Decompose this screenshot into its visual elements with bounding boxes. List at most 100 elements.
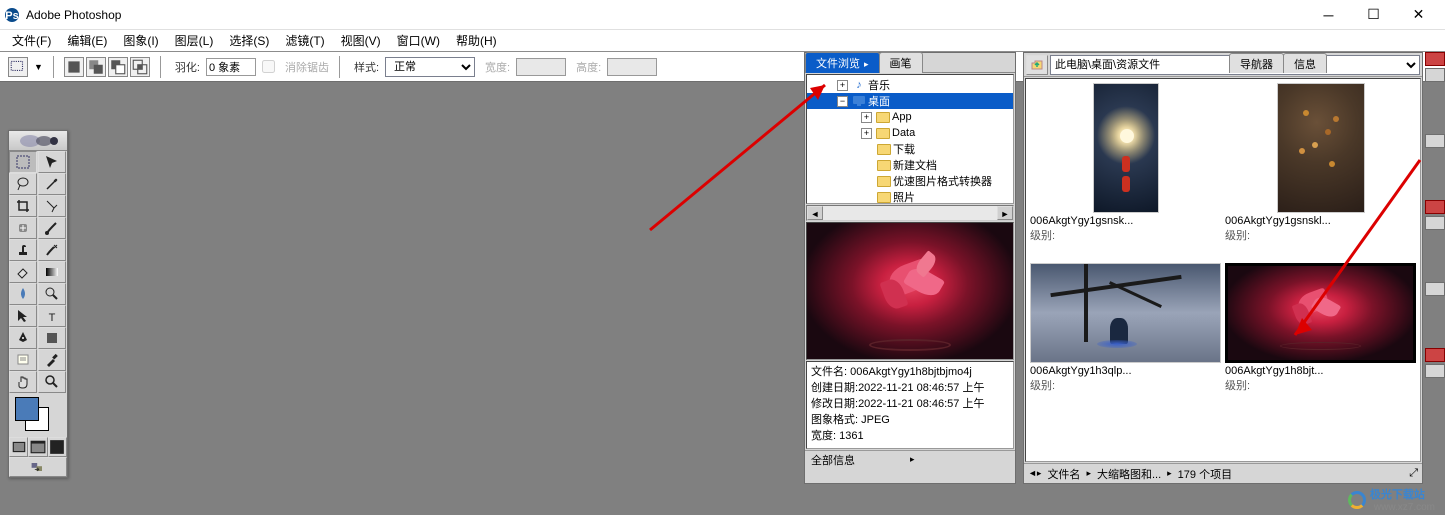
tab-info[interactable]: 信息 — [1283, 53, 1327, 73]
palette-header[interactable] — [9, 131, 67, 151]
all-info-dropdown[interactable]: 全部信息 — [811, 452, 910, 468]
expand-icon[interactable]: + — [837, 80, 848, 91]
folder-tree[interactable]: +♪音乐 −桌面 +App +Data 下载 新建文档 优速图片格式转换器 照片 — [806, 74, 1014, 204]
wand-tool[interactable] — [38, 173, 66, 195]
thumbnail-item[interactable]: 006AkgtYgy1h3qlp... 级别: — [1030, 263, 1221, 439]
lasso-tool[interactable] — [9, 173, 37, 195]
gradient-tool[interactable] — [38, 261, 66, 283]
fullscreen-button[interactable] — [48, 437, 67, 457]
thumb-name: 006AkgtYgy1gsnskl... — [1225, 213, 1416, 227]
menu-filter[interactable]: 滤镜(T) — [277, 31, 332, 51]
dropdown-icon[interactable]: ▼ — [34, 62, 43, 72]
selection-add-button[interactable] — [86, 57, 106, 77]
menu-layer[interactable]: 图层(L) — [167, 31, 222, 51]
folder-icon — [876, 111, 890, 123]
crop-tool[interactable] — [9, 195, 37, 217]
meta-created: 2022-11-21 08:46:57 上午 — [858, 382, 984, 394]
tree-item-music[interactable]: +♪音乐 — [807, 77, 1013, 93]
expand-icon[interactable]: + — [861, 128, 872, 139]
tree-item-app[interactable]: +App — [807, 109, 1013, 125]
maximize-button[interactable]: ☐ — [1351, 1, 1396, 29]
type-tool[interactable]: T — [38, 305, 66, 327]
shape-tool[interactable] — [38, 327, 66, 349]
stamp-tool[interactable] — [9, 239, 37, 261]
history-brush-tool[interactable] — [38, 239, 66, 261]
selection-subtract-button[interactable] — [108, 57, 128, 77]
prev-icon[interactable]: ◄▸ — [1028, 468, 1041, 479]
selection-intersect-button[interactable] — [130, 57, 150, 77]
view-mode-dropdown[interactable]: 大缩略图和... — [1097, 466, 1161, 482]
blur-tool[interactable] — [9, 283, 37, 305]
close-button[interactable]: ✕ — [1396, 1, 1441, 29]
meta-width-label: 宽度: — [811, 430, 836, 442]
expand-icon[interactable]: ⤢ — [1409, 467, 1418, 480]
eraser-tool[interactable] — [9, 261, 37, 283]
heal-tool[interactable] — [9, 217, 37, 239]
move-tool[interactable] — [38, 151, 66, 173]
tool-palette: T — [8, 130, 68, 478]
fullscreen-menu-button[interactable] — [28, 437, 47, 457]
tab-file-browser[interactable]: 文件浏览 — [805, 52, 880, 73]
menu-select[interactable]: 选择(S) — [221, 31, 277, 51]
panel-menu-icon[interactable]: ▸ — [910, 454, 1009, 465]
panel-collapse-button[interactable] — [1425, 68, 1445, 82]
thumbnail-item[interactable]: 006AkgtYgy1gsnskl... 级别: — [1225, 83, 1416, 259]
panel-close-button[interactable] — [1425, 52, 1445, 66]
panel-collapse-button[interactable] — [1425, 364, 1445, 378]
notes-tool[interactable] — [9, 349, 37, 371]
tree-hscroll[interactable]: ◄► — [806, 205, 1014, 221]
jump-to-group — [9, 457, 67, 477]
tab-brushes[interactable]: 画笔 — [879, 52, 923, 73]
tree-item-downloads[interactable]: 下载 — [807, 141, 1013, 157]
thumbnail-item-selected[interactable]: 006AkgtYgy1h8bjt... 级别: — [1225, 263, 1416, 439]
tree-label: 音乐 — [868, 77, 890, 93]
style-select[interactable]: 正常 — [385, 57, 475, 77]
expand-icon[interactable]: + — [861, 112, 872, 123]
zoom-tool[interactable] — [38, 371, 66, 393]
brush-tool[interactable] — [38, 217, 66, 239]
path-select-tool[interactable] — [9, 305, 37, 327]
jump-to-imageready[interactable] — [9, 457, 67, 477]
sort-by-dropdown[interactable]: 文件名 — [1047, 466, 1080, 482]
tree-item-data[interactable]: +Data — [807, 125, 1013, 141]
slice-tool[interactable] — [38, 195, 66, 217]
desktop-icon — [852, 95, 866, 107]
standard-mode-button[interactable] — [9, 437, 28, 457]
pen-tool[interactable] — [9, 327, 37, 349]
minimize-button[interactable]: ─ — [1306, 1, 1351, 29]
tree-item-newdoc[interactable]: 新建文档 — [807, 157, 1013, 173]
hand-tool[interactable] — [9, 371, 37, 393]
menu-image[interactable]: 图象(I) — [115, 31, 166, 51]
foreground-color[interactable] — [15, 397, 39, 421]
tree-label: 优速图片格式转换器 — [893, 173, 992, 189]
tree-item-converter[interactable]: 优速图片格式转换器 — [807, 173, 1013, 189]
marquee-tool[interactable] — [9, 151, 37, 173]
menu-view[interactable]: 视图(V) — [333, 31, 389, 51]
file-browser-panel: 文件浏览 画笔 +♪音乐 −桌面 +App +Data 下载 新建文档 优速图片… — [804, 52, 1016, 484]
selection-new-button[interactable] — [64, 57, 84, 77]
menu-file[interactable]: 文件(F) — [4, 31, 59, 51]
thumbnail-item[interactable]: 006AkgtYgy1gsnsk... 级别: — [1030, 83, 1221, 259]
thumbnail-grid[interactable]: 006AkgtYgy1gsnsk... 级别: 006AkgtYgy1gsnsk… — [1025, 78, 1421, 462]
panel-close-button[interactable] — [1425, 348, 1445, 362]
folder-icon — [877, 143, 891, 155]
panel-collapse-button[interactable] — [1425, 216, 1445, 230]
collapse-icon[interactable]: − — [837, 96, 848, 107]
panel-collapse-button[interactable] — [1425, 134, 1445, 148]
thumb-name: 006AkgtYgy1h8bjt... — [1225, 363, 1416, 377]
tree-item-photos[interactable]: 照片 — [807, 189, 1013, 204]
dodge-tool[interactable] — [38, 283, 66, 305]
menu-edit[interactable]: 编辑(E) — [59, 31, 115, 51]
menu-help[interactable]: 帮助(H) — [448, 31, 505, 51]
feather-input[interactable] — [206, 58, 256, 76]
up-folder-button[interactable] — [1026, 55, 1048, 75]
current-tool-icon[interactable] — [8, 57, 28, 77]
thumb-name: 006AkgtYgy1h3qlp... — [1030, 363, 1221, 377]
eyedropper-tool[interactable] — [38, 349, 66, 371]
tree-item-desktop[interactable]: −桌面 — [807, 93, 1013, 109]
menu-window[interactable]: 窗口(W) — [389, 31, 448, 51]
tab-navigator[interactable]: 导航器 — [1229, 53, 1284, 73]
panel-close-button[interactable] — [1425, 200, 1445, 214]
panel-collapse-button[interactable] — [1425, 282, 1445, 296]
thumb-name: 006AkgtYgy1gsnsk... — [1030, 213, 1221, 227]
